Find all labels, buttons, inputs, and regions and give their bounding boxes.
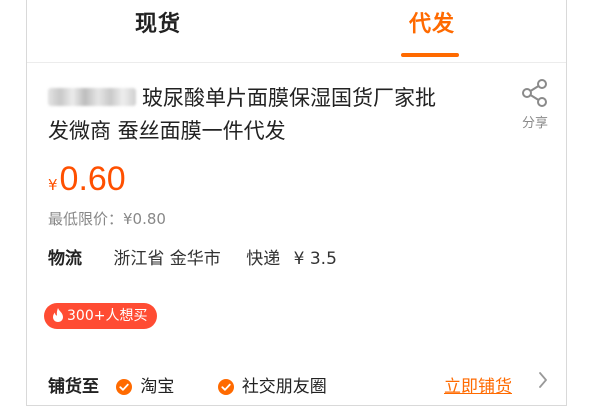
tab-bar: 现货 代发 bbox=[27, 0, 566, 63]
flame-icon bbox=[53, 308, 63, 322]
currency-symbol: ¥ bbox=[48, 176, 58, 194]
logistics-label: 物流 bbox=[48, 249, 82, 269]
checked-icon bbox=[217, 379, 234, 395]
option-social-moments-label: 社交朋友圈 bbox=[241, 377, 327, 397]
tab-dropship[interactable]: 代发 bbox=[409, 6, 455, 38]
option-taobao-label: 淘宝 bbox=[140, 377, 175, 397]
ship-from-region: 浙江省 金华市 bbox=[113, 249, 221, 269]
product-title-line-2: 发微商 蚕丝面膜一件代发 bbox=[48, 119, 286, 143]
blurred-brand-name bbox=[48, 88, 136, 106]
share-label: 分享 bbox=[521, 116, 548, 131]
option-social-moments[interactable]: 社交朋友圈 bbox=[217, 372, 327, 397]
distribution-label: 铺货至 bbox=[48, 377, 99, 397]
price: ¥0.60 bbox=[48, 160, 126, 199]
product-card: 现货 代发 玻尿酸单片面膜保湿国货厂家批 发微商 蚕丝面膜一件代发 分享 ¥0.… bbox=[26, 0, 567, 406]
checked-icon bbox=[116, 379, 133, 395]
share-button[interactable]: 分享 bbox=[514, 78, 556, 131]
minimum-price: 最低限价：¥0.80 bbox=[48, 210, 166, 228]
popularity-text: 300+人想买 bbox=[67, 308, 148, 324]
distribution-row: 铺货至 淘宝 社交朋友圈 bbox=[48, 372, 365, 397]
distribute-now-link[interactable]: 立即铺货 bbox=[444, 372, 512, 397]
share-icon bbox=[514, 78, 556, 108]
popularity-badge: 300+人想买 bbox=[44, 303, 158, 329]
product-title: 玻尿酸单片面膜保湿国货厂家批 发微商 蚕丝面膜一件代发 bbox=[48, 82, 488, 148]
product-title-line-1: 玻尿酸单片面膜保湿国货厂家批 bbox=[142, 86, 436, 110]
option-taobao[interactable]: 淘宝 bbox=[116, 372, 174, 397]
tab-spot-goods[interactable]: 现货 bbox=[135, 6, 181, 38]
shipping-fee: ¥ 3.5 bbox=[293, 249, 337, 269]
shipping-method: 快递 bbox=[246, 249, 281, 269]
logistics-row: 物流 浙江省 金华市 快递 ¥ 3.5 bbox=[48, 244, 337, 269]
chevron-right-icon[interactable] bbox=[537, 370, 549, 394]
active-tab-indicator bbox=[401, 53, 459, 57]
price-value: 0.60 bbox=[59, 160, 126, 198]
